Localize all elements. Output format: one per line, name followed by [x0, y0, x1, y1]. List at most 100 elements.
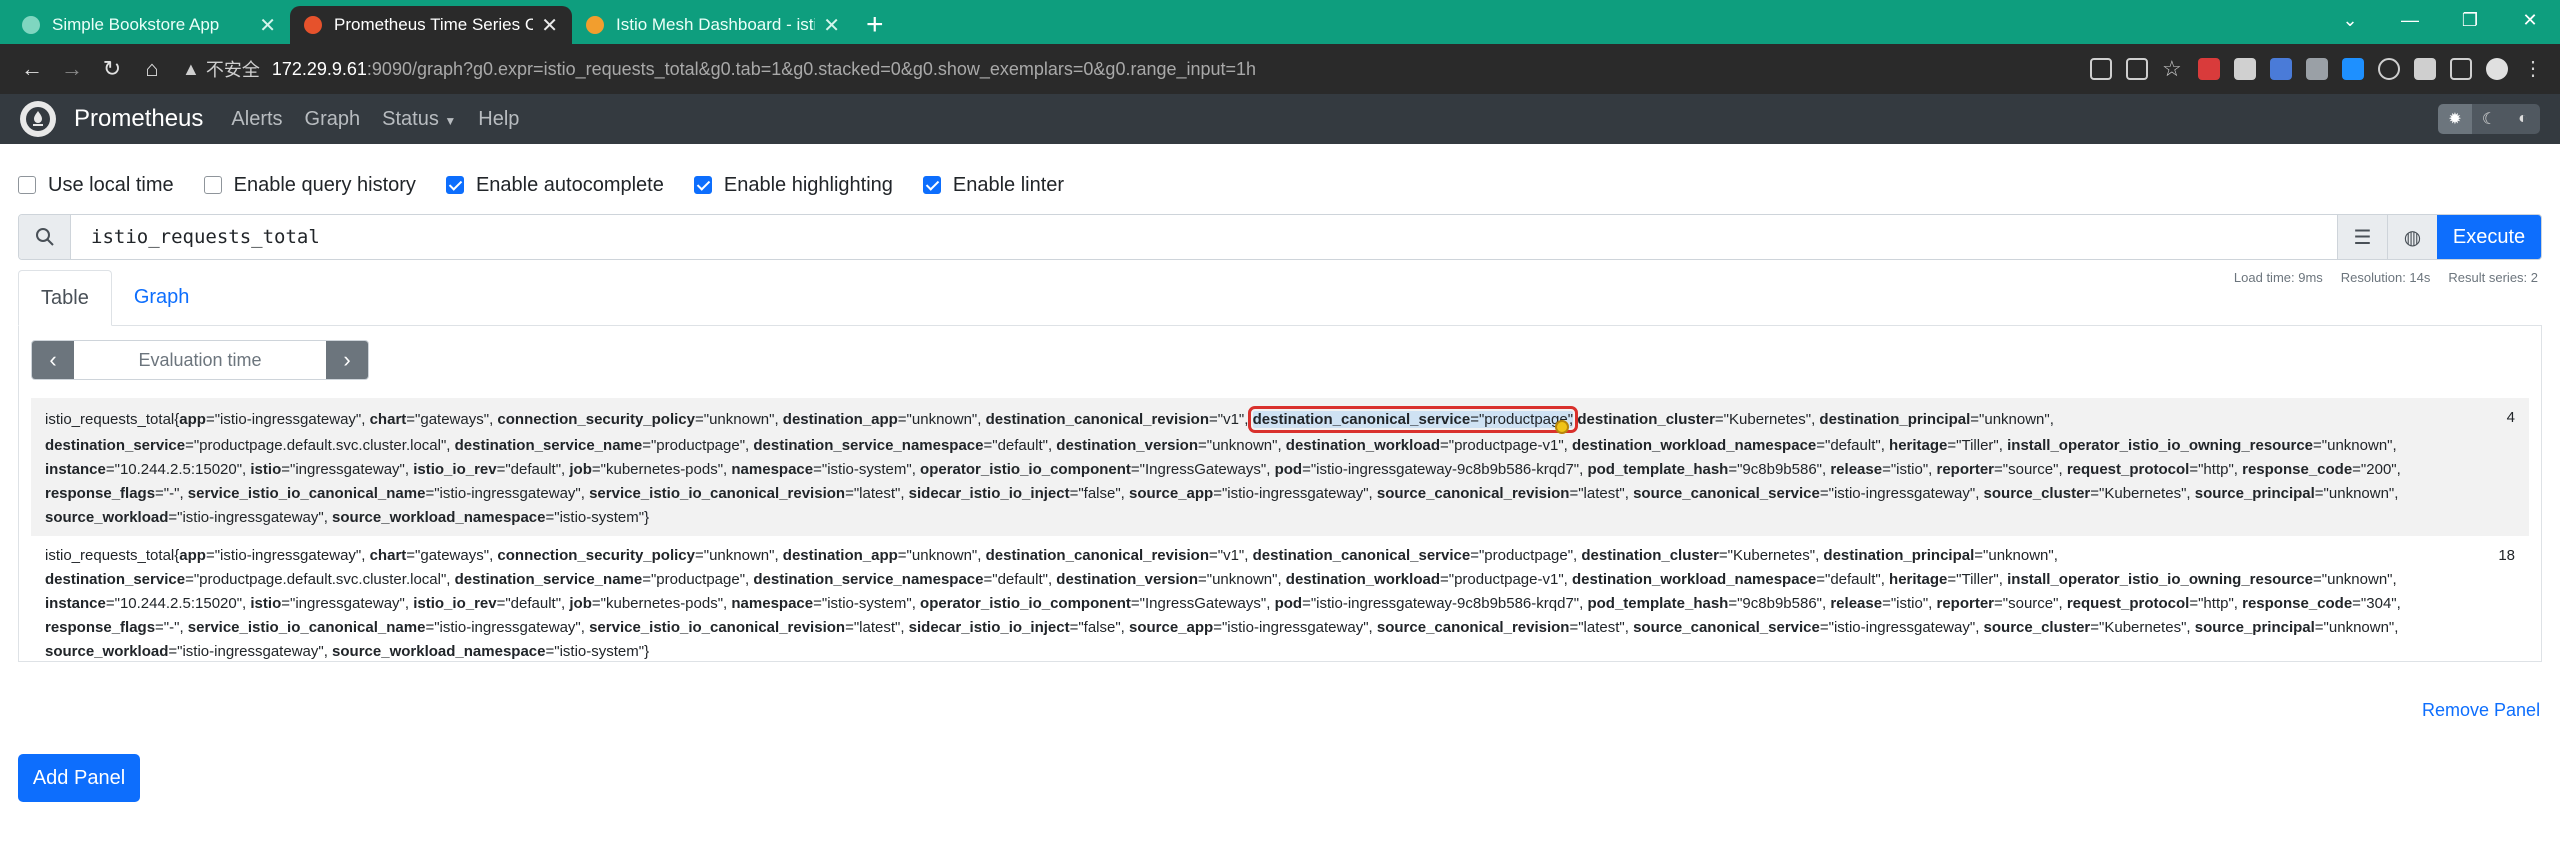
checkbox[interactable] [203, 176, 222, 194]
label-pair[interactable]: reporter="source" [1937, 461, 2059, 478]
label-pair[interactable]: heritage="Tiller" [1889, 571, 1999, 588]
label-pair[interactable]: instance="10.244.2.5:15020" [45, 461, 242, 478]
label-pair[interactable]: destination_canonical_revision="v1" [986, 411, 1245, 428]
label-pair[interactable]: source_cluster="Kubernetes" [1984, 619, 2187, 636]
browser-tab-prometheus[interactable]: Prometheus Time Series Colle ✕ [290, 6, 572, 44]
minimize-icon[interactable]: — [2380, 0, 2440, 44]
browser-tab-istio[interactable]: Istio Mesh Dashboard - istio ✕ [572, 6, 854, 44]
url-field[interactable]: ▲ 不安全 172.29.9.61 :9090/graph?g0.expr=is… [182, 51, 2090, 87]
label-pair[interactable]: destination_workload_namespace="default" [1572, 571, 1881, 588]
label-pair[interactable]: istio="ingressgateway" [250, 595, 404, 612]
label-pair[interactable]: destination_app="unknown" [783, 411, 977, 428]
menu-kebab-icon[interactable]: ⋮ [2522, 58, 2544, 80]
close-tab-icon[interactable]: ✕ [259, 13, 276, 38]
label-pair[interactable]: service_istio_io_canonical_name="istio-i… [188, 485, 581, 502]
format-expression-icon[interactable]: ☰ [2337, 215, 2387, 259]
label-pair[interactable]: destination_service_name="productpage" [455, 437, 745, 454]
label-pair[interactable]: request_protocol="http" [2067, 461, 2234, 478]
new-tab-button[interactable]: + [866, 10, 884, 40]
label-pair[interactable]: source_workload="istio-ingressgateway" [45, 509, 324, 526]
label-pair[interactable]: destination_service_namespace="default" [753, 437, 1048, 454]
add-panel-button[interactable]: Add Panel [18, 754, 140, 802]
label-pair[interactable]: source_workload="istio-ingressgateway" [45, 643, 324, 660]
translate-icon[interactable] [2090, 58, 2112, 80]
label-pair[interactable]: pod_template_hash="9c8b9b586" [1587, 461, 1822, 478]
label-pair[interactable]: chart="gateways" [370, 547, 489, 564]
label-pair[interactable]: source_app="istio-ingressgateway" [1129, 485, 1369, 502]
expression-input[interactable]: istio_requests_total [71, 215, 2337, 259]
label-pair[interactable]: destination_principal="unknown" [1819, 411, 2049, 428]
extension-folder-icon[interactable] [2234, 58, 2256, 80]
option-enable-linter[interactable]: Enable linter [922, 174, 1064, 197]
label-pair[interactable]: destination_canonical_revision="v1" [986, 547, 1245, 564]
execute-button[interactable]: Execute [2437, 215, 2541, 259]
label-pair[interactable]: request_protocol="http" [2067, 595, 2234, 612]
brand-link[interactable]: Prometheus [74, 105, 203, 133]
evaluation-time-input[interactable]: Evaluation time [74, 341, 326, 379]
tab-search-icon[interactable]: ⌄ [2320, 0, 2380, 44]
label-pair[interactable]: service_istio_io_canonical_revision="lat… [589, 485, 900, 502]
label-pair[interactable]: destination_service="productpage.default… [45, 437, 446, 454]
option-use-local-time[interactable]: Use local time [18, 174, 174, 197]
label-pair[interactable]: source_canonical_revision="latest" [1377, 485, 1625, 502]
extension-blue-icon[interactable] [2342, 58, 2364, 80]
home-icon[interactable]: ⌂ [132, 56, 172, 82]
nav-help[interactable]: Help [478, 108, 519, 131]
option-enable-query-history[interactable]: Enable query history [203, 174, 416, 197]
label-pair[interactable]: source_app="istio-ingressgateway" [1129, 619, 1369, 636]
label-pair[interactable]: istio_io_rev="default" [413, 595, 561, 612]
label-pair[interactable]: app="istio-ingressgateway" [179, 547, 361, 564]
label-pair[interactable]: connection_security_policy="unknown" [497, 411, 774, 428]
label-pair[interactable]: source_workload_namespace="istio-system" [332, 509, 644, 526]
nav-graph[interactable]: Graph [305, 108, 361, 131]
prometheus-logo-icon[interactable] [20, 101, 56, 137]
remove-panel-link[interactable]: Remove Panel [2422, 700, 2540, 721]
label-pair[interactable]: response_flags="-" [45, 619, 179, 636]
light-theme-icon[interactable]: ✹ [2438, 104, 2472, 134]
forward-icon[interactable]: → [52, 56, 92, 82]
label-pair[interactable]: heritage="Tiller" [1889, 437, 1999, 454]
nav-status[interactable]: Status ▼ [382, 108, 456, 131]
label-pair[interactable]: source_principal="unknown" [2195, 619, 2395, 636]
checkbox[interactable] [693, 176, 712, 194]
label-pair[interactable]: destination_cluster="Kubernetes" [1581, 547, 1815, 564]
label-pair[interactable]: release="istio" [1830, 461, 1928, 478]
label-pair[interactable]: destination_cluster="Kubernetes" [1577, 411, 1811, 428]
label-pair[interactable]: response_code="200" [2242, 461, 2396, 478]
label-pair[interactable]: source_canonical_service="istio-ingressg… [1633, 619, 1975, 636]
label-pair[interactable]: namespace="istio-system" [731, 595, 911, 612]
close-window-icon[interactable]: ✕ [2500, 0, 2560, 44]
label-pair[interactable]: namespace="istio-system" [731, 461, 911, 478]
bookmark-star-icon[interactable]: ☆ [2162, 58, 2184, 80]
label-pair[interactable]: reporter="source" [1937, 595, 2059, 612]
extension-camera-icon[interactable] [2306, 58, 2328, 80]
extension-badge-icon[interactable] [2270, 58, 2292, 80]
label-pair[interactable]: install_operator_istio_io_owning_resourc… [2007, 437, 2392, 454]
label-pair[interactable]: destination_principal="unknown" [1823, 547, 2053, 564]
label-pair[interactable]: response_flags="-" [45, 485, 179, 502]
option-enable-highlighting[interactable]: Enable highlighting [693, 174, 893, 197]
tab-table[interactable]: Table [18, 270, 112, 326]
label-pair[interactable]: sidecar_istio_io_inject="false" [909, 619, 1121, 636]
label-pair[interactable]: destination_service="productpage.default… [45, 571, 446, 588]
label-pair[interactable]: job="kubernetes-pods" [569, 461, 723, 478]
extension-red-icon[interactable] [2198, 58, 2220, 80]
label-pair[interactable]: app="istio-ingressgateway" [179, 411, 361, 428]
label-pair[interactable]: install_operator_istio_io_owning_resourc… [2007, 571, 2392, 588]
auto-theme-icon[interactable]: ◐ [2506, 104, 2540, 134]
label-pair[interactable]: destination_service_name="productpage" [455, 571, 745, 588]
label-pair[interactable]: release="istio" [1830, 595, 1928, 612]
label-pair[interactable]: source_canonical_revision="latest" [1377, 619, 1625, 636]
back-icon[interactable]: ← [12, 56, 52, 82]
label-pair[interactable]: istio="ingressgateway" [250, 461, 404, 478]
label-pair[interactable]: destination_workload="productpage-v1" [1286, 437, 1564, 454]
label-pair[interactable]: job="kubernetes-pods" [569, 595, 723, 612]
browser-tab-bookstore[interactable]: Simple Bookstore App ✕ [8, 6, 290, 44]
label-pair[interactable]: destination_version="unknown" [1056, 437, 1277, 454]
label-pair[interactable]: source_canonical_service="istio-ingressg… [1633, 485, 1975, 502]
label-pair[interactable]: destination_workload_namespace="default" [1572, 437, 1881, 454]
label-pair[interactable]: destination_canonical_service="productpa… [1253, 547, 1573, 564]
restore-icon[interactable]: ❐ [2440, 0, 2500, 44]
dark-theme-icon[interactable]: ☾ [2472, 104, 2506, 134]
label-pair[interactable]: operator_istio_io_component="IngressGate… [920, 595, 1266, 612]
